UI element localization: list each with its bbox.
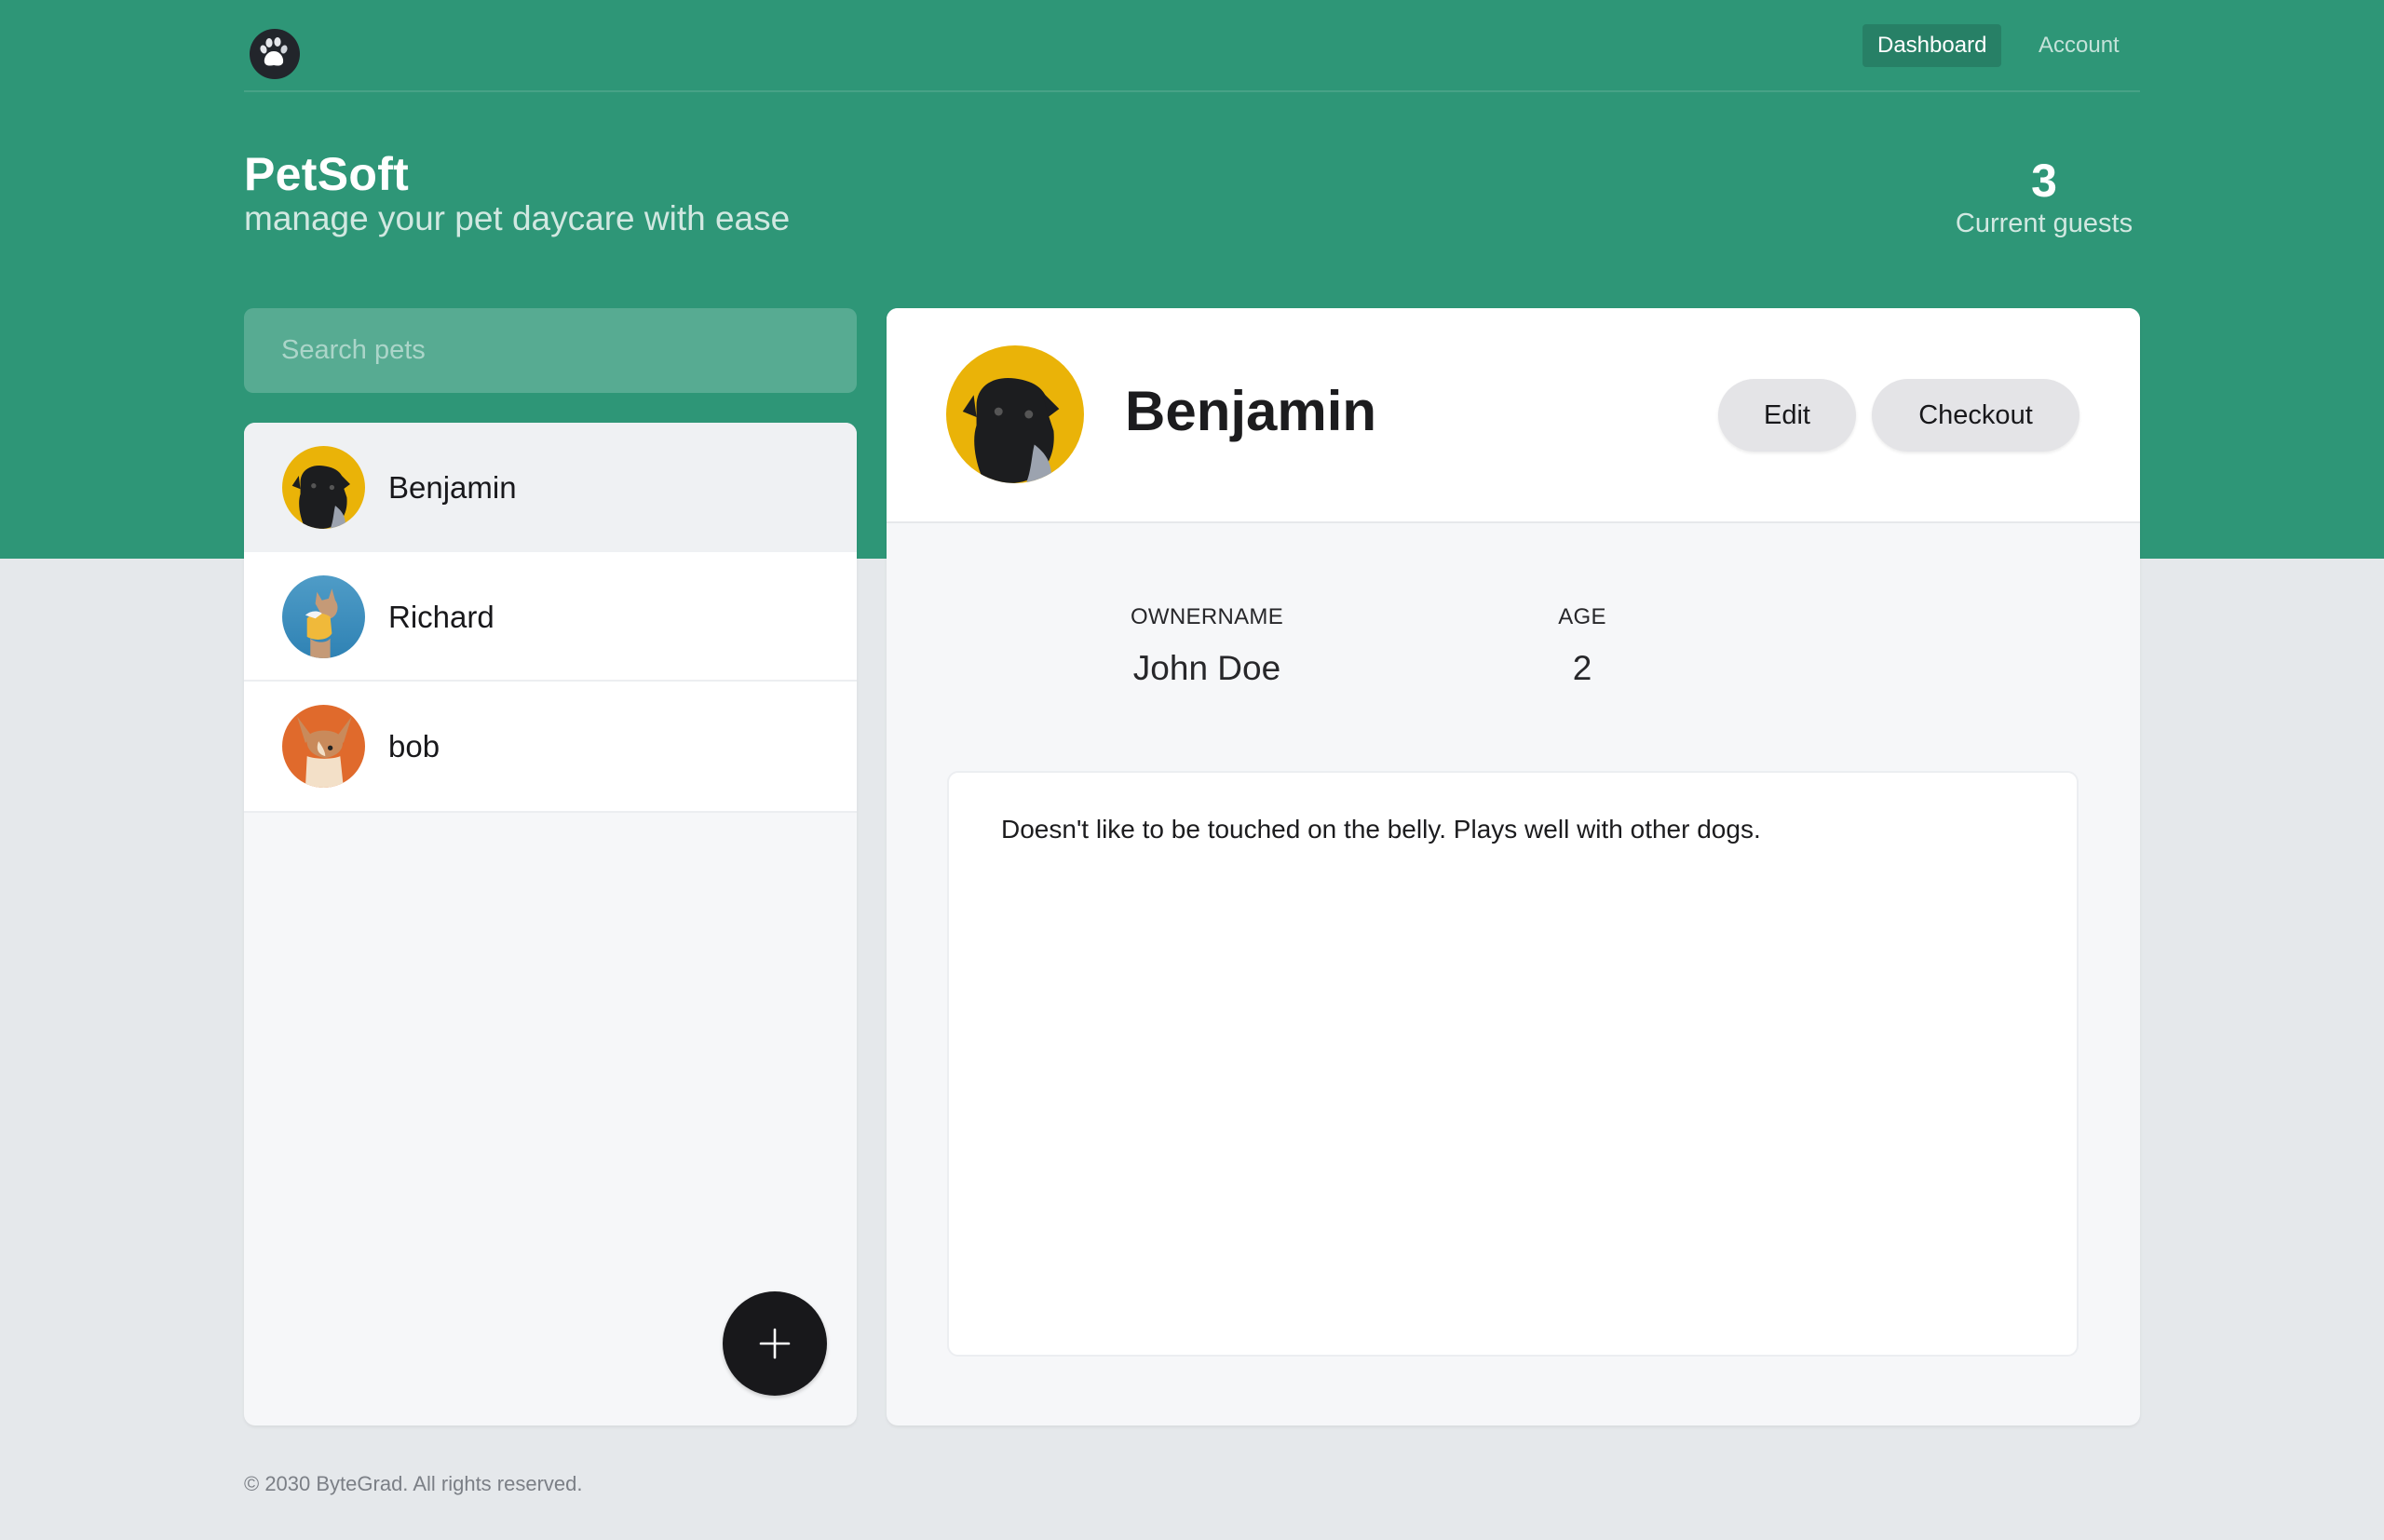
nav-account[interactable]: Account [2024,24,2134,67]
guests-count: 3 [2031,155,2057,207]
app-title: PetSoft [244,148,410,200]
pet-list-item[interactable]: Benjamin [244,423,857,552]
logo[interactable] [250,29,300,79]
age-label: AGE [1558,604,1606,629]
add-pet-button[interactable] [723,1291,827,1396]
pet-detail-name: Benjamin [1125,380,1377,442]
nav-divider [244,90,2140,92]
pet-list-item[interactable]: Richard [244,552,857,682]
pet-avatar [282,575,365,658]
search-input[interactable] [244,308,857,393]
pet-name: Richard [388,600,494,634]
pet-list: Benjamin Richard bob [244,423,857,1425]
pet-list-item[interactable]: bob [244,682,857,813]
guests-label: Current guests [1955,209,2133,238]
pet-notes: Doesn't like to be touched on the belly.… [947,771,2079,1357]
owner-label: OWNERNAME [1130,604,1284,629]
pet-avatar [282,705,365,788]
paw-icon [260,37,288,66]
frenchie-photo-icon [282,575,365,658]
current-guests-stat: 3 Current guests [1946,154,2142,239]
corgi-photo-icon [282,705,365,788]
plus-icon [759,1328,791,1359]
pug-photo-icon [946,345,1084,483]
footer-copyright: © 2030 ByteGrad. All rights reserved. [244,1472,583,1495]
checkout-button[interactable]: Checkout [1872,379,2079,452]
pet-detail-avatar [946,345,1084,483]
pug-photo-icon [282,446,365,529]
pet-name: bob [388,729,440,763]
pet-details-header: Benjamin Edit Checkout [887,308,2140,523]
owner-value: John Doe [1132,649,1281,687]
pet-name: Benjamin [388,470,517,505]
pet-avatar [282,446,365,529]
age-value: 2 [1572,649,1592,687]
edit-button[interactable]: Edit [1718,379,1856,452]
pet-details-panel: Benjamin Edit Checkout OWNERNAME John Do… [887,308,2140,1425]
nav-dashboard[interactable]: Dashboard [1862,24,2002,67]
app-subtitle: manage your pet daycare with ease [244,199,791,237]
pet-notes-text: Doesn't like to be touched on the belly.… [1001,815,1761,844]
